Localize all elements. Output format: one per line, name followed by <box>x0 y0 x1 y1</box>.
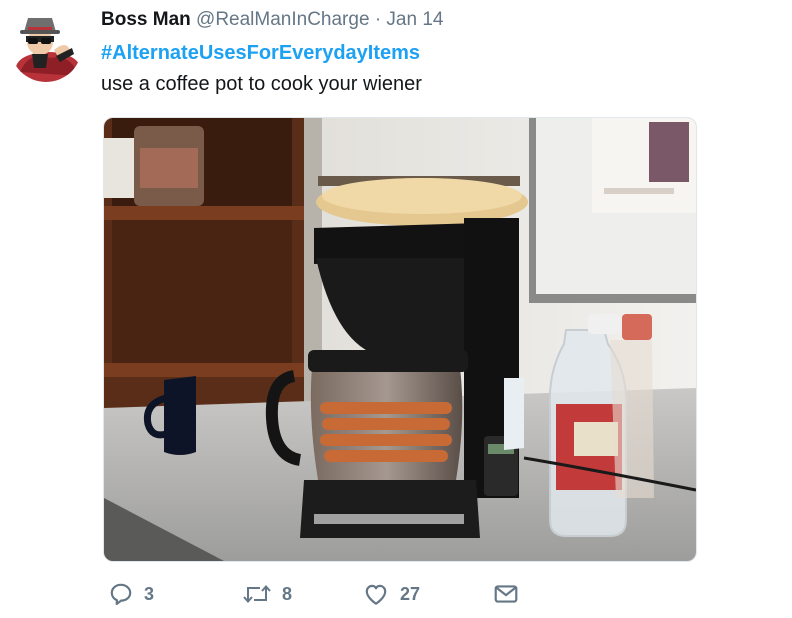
tweet-photo[interactable] <box>103 117 697 562</box>
envelope-icon <box>494 585 518 603</box>
avatar[interactable] <box>10 10 82 82</box>
display-name[interactable]: Boss Man <box>101 9 191 30</box>
like-button[interactable]: 27 <box>362 578 420 610</box>
retweet-icon <box>243 584 271 604</box>
tweet: Boss Man @RealManInCharge · Jan 14 #Alte… <box>0 0 792 618</box>
retweet-count: 8 <box>282 583 293 604</box>
tweet-header: Boss Man @RealManInCharge · Jan 14 <box>101 8 443 32</box>
heart-icon <box>365 584 387 605</box>
coffee-pot-photo <box>104 118 696 561</box>
like-count: 27 <box>400 583 421 604</box>
reply-icon <box>110 583 132 606</box>
reply-button[interactable]: 3 <box>108 578 154 610</box>
separator-dot: · <box>374 9 382 30</box>
avatar-cartoon-image <box>10 10 82 82</box>
direct-message-button[interactable] <box>492 578 520 610</box>
hashtag-link[interactable]: #AlternateUsesForEverydayItems <box>101 40 420 66</box>
tweet-date[interactable]: Jan 14 <box>386 9 443 30</box>
user-handle[interactable]: @RealManInCharge <box>196 9 370 30</box>
tweet-text: use a coffee pot to cook your wiener <box>101 73 422 95</box>
retweet-button[interactable]: 8 <box>242 578 292 610</box>
reply-count: 3 <box>144 583 155 604</box>
tweet-actions: 3 8 27 <box>108 578 528 610</box>
